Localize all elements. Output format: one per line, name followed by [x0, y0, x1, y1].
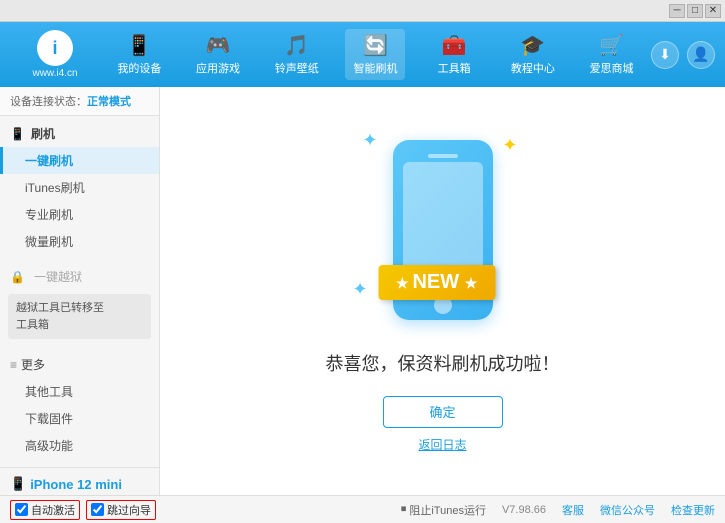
device-info: 📱 iPhone 12 mini 64GB Down-12mini-13.1 [0, 467, 159, 495]
new-ribbon: NEW [378, 265, 495, 300]
nav-smart-flash[interactable]: 🔄 智能刷机 [345, 29, 405, 80]
content-area: ✦ ✦ ✦ NEW 恭喜您，保资料刷机成功啦！ 确定 返回日志 [160, 87, 725, 495]
auto-activate-input[interactable] [15, 503, 28, 516]
sparkle-1: ✦ [363, 130, 378, 151]
nav-items: 📱 我的设备 🎮 应用游戏 🎵 铃声壁纸 🔄 智能刷机 🧰 工具箱 🎓 教程中心… [100, 29, 651, 80]
sidebar-item-other-tools[interactable]: 其他工具 [0, 378, 159, 405]
jailbreak-label: 一键越狱 [31, 268, 82, 285]
user-button[interactable]: 👤 [687, 41, 715, 69]
nav-apps-games[interactable]: 🎮 应用游戏 [188, 29, 248, 80]
stop-itunes[interactable]: ⏹ 阻止iTunes运行 [401, 502, 486, 518]
skip-wizard-checkbox[interactable]: 跳过向导 [86, 500, 156, 520]
sidebar-more-header: ≡ 更多 [0, 351, 159, 378]
wechat-link[interactable]: 微信公众号 [600, 502, 655, 518]
sidebar-more-section: ≡ 更多 其他工具 下载固件 高级功能 [0, 347, 159, 463]
sidebar-flash-section: 📱 刷机 一键刷机 iTunes刷机 专业刷机 微量刷机 [0, 116, 159, 259]
close-button[interactable]: ✕ [705, 4, 721, 18]
device-phone-icon: 📱 [10, 476, 26, 492]
customer-service-link[interactable]: 客服 [562, 502, 584, 518]
flash-header-label: 刷机 [31, 125, 55, 142]
sidebar-item-onekey-flash[interactable]: 一键刷机 [0, 147, 159, 174]
sidebar-item-pro-flash[interactable]: 专业刷机 [0, 201, 159, 228]
main-layout: 设备连接状态：正常模式 📱 刷机 一键刷机 iTunes刷机 专业刷机 微量刷机… [0, 87, 725, 495]
check-update-link[interactable]: 检查更新 [671, 502, 715, 518]
sidebar-item-micro-flash[interactable]: 微量刷机 [0, 228, 159, 255]
sidebar-jailbreak-header: 🔒 一键越狱 [0, 263, 159, 290]
download-button[interactable]: ⬇ [651, 41, 679, 69]
skip-wizard-input[interactable] [91, 503, 104, 516]
bottom-left: 自动激活 跳过向导 [10, 500, 401, 520]
success-text: 恭喜您，保资料刷机成功啦！ [326, 350, 560, 376]
sidebar-flash-header: 📱 刷机 [0, 120, 159, 147]
nav-device-label: 我的设备 [117, 60, 161, 76]
stop-icon: ⏹ [401, 503, 407, 516]
nav-tutorial[interactable]: 🎓 教程中心 [503, 29, 563, 80]
nav-store-label: 爱思商城 [590, 60, 634, 76]
more-header-icon: ≡ [10, 358, 17, 372]
flash-header-icon: 📱 [10, 127, 25, 141]
nav-device-icon: 📱 [127, 33, 152, 58]
nav-apps-label: 应用游戏 [196, 60, 240, 76]
nav-right: ⬇ 👤 [651, 41, 715, 69]
go-back-link[interactable]: 返回日志 [418, 436, 466, 453]
device-name: 📱 iPhone 12 mini [10, 476, 149, 492]
bottom-right: ⏹ 阻止iTunes运行 V7.98.66 客服 微信公众号 检查更新 [401, 502, 715, 518]
sidebar-jailbreak-section: 🔒 一键越狱 越狱工具已转移至工具箱 [0, 259, 159, 347]
nav-ringtones-icon: 🎵 [284, 33, 309, 58]
phone-speaker [428, 154, 458, 158]
nav-toolbox-label: 工具箱 [438, 60, 471, 76]
nav-toolbox-icon: 🧰 [442, 33, 467, 58]
nav-toolbox[interactable]: 🧰 工具箱 [424, 29, 484, 80]
nav-ringtones[interactable]: 🎵 铃声壁纸 [267, 29, 327, 80]
logo-text: www.i4.cn [32, 68, 77, 79]
lock-icon: 🔒 [10, 270, 25, 284]
nav-my-device[interactable]: 📱 我的设备 [109, 29, 169, 80]
jailbreak-info-text: 越狱工具已转移至工具箱 [16, 302, 104, 331]
auto-activate-checkbox[interactable]: 自动激活 [10, 500, 80, 520]
bottom-bar: 自动激活 跳过向导 ⏹ 阻止iTunes运行 V7.98.66 客服 微信公众号… [0, 495, 725, 523]
phone-illustration: ✦ ✦ ✦ NEW [353, 130, 533, 330]
logo: i www.i4.cn [10, 30, 100, 79]
confirm-button[interactable]: 确定 [383, 396, 503, 428]
nav-flash-icon: 🔄 [363, 33, 388, 58]
version-label: V7.98.66 [502, 504, 546, 516]
nav-store[interactable]: 🛒 爱思商城 [582, 29, 642, 80]
status-value: 正常模式 [87, 96, 131, 108]
nav-apps-icon: 🎮 [206, 33, 231, 58]
title-bar: ─ □ ✕ [0, 0, 725, 22]
sidebar: 设备连接状态：正常模式 📱 刷机 一键刷机 iTunes刷机 专业刷机 微量刷机… [0, 87, 160, 495]
sparkle-3: ✦ [353, 279, 368, 300]
status-label: 设备连接状态： [10, 96, 87, 108]
nav-tutorial-icon: 🎓 [520, 33, 545, 58]
logo-icon: i [37, 30, 73, 66]
sidebar-item-itunes-flash[interactable]: iTunes刷机 [0, 174, 159, 201]
minimize-button[interactable]: ─ [669, 4, 685, 18]
status-bar-top: 设备连接状态：正常模式 [0, 87, 159, 116]
sparkle-2: ✦ [502, 135, 517, 156]
maximize-button[interactable]: □ [687, 4, 703, 18]
device-storage: 64GB [10, 494, 149, 495]
more-header-label: 更多 [21, 356, 45, 373]
top-nav: i www.i4.cn 📱 我的设备 🎮 应用游戏 🎵 铃声壁纸 🔄 智能刷机 … [0, 22, 725, 87]
sidebar-item-download-firmware[interactable]: 下载固件 [0, 405, 159, 432]
nav-flash-label: 智能刷机 [353, 60, 397, 76]
nav-ringtones-label: 铃声壁纸 [275, 60, 319, 76]
nav-store-icon: 🛒 [599, 33, 624, 58]
sidebar-item-advanced[interactable]: 高级功能 [0, 432, 159, 459]
jailbreak-info-box: 越狱工具已转移至工具箱 [8, 294, 151, 339]
nav-tutorial-label: 教程中心 [511, 60, 555, 76]
